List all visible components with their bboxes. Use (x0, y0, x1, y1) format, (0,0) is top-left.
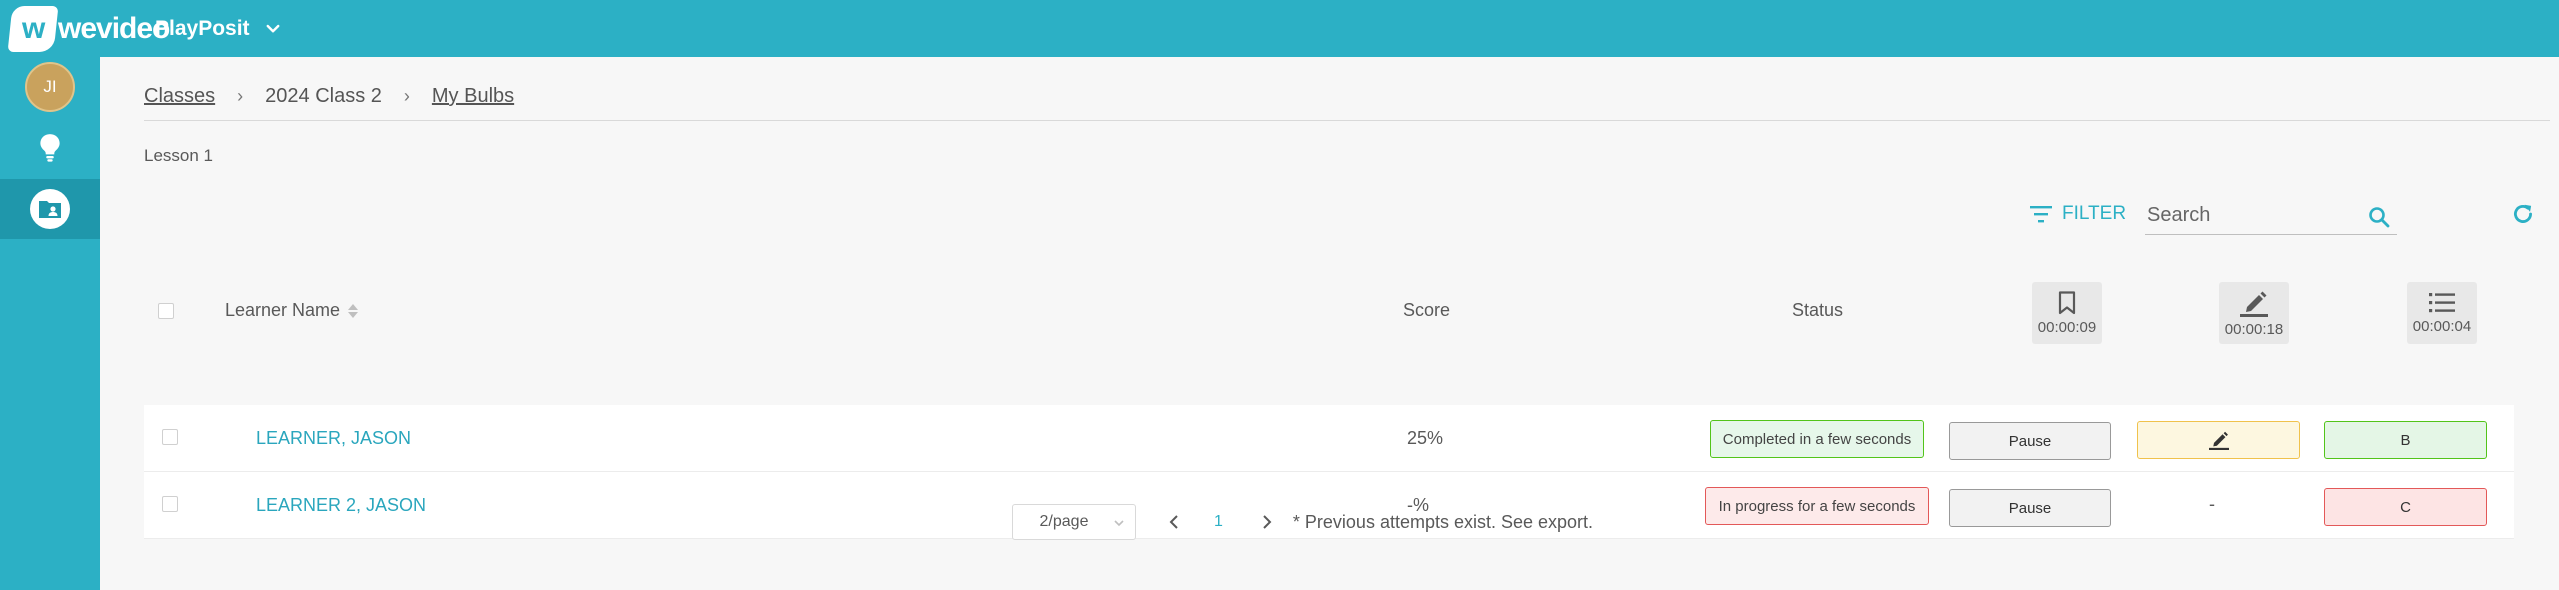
chevron-down-icon (266, 24, 279, 32)
question-column-1[interactable]: 00:00:09 (2032, 282, 2102, 344)
breadcrumb-classes[interactable]: Classes (144, 85, 215, 108)
app-name: PlayPosit (155, 16, 250, 40)
wevideo-logo[interactable]: w wevideo (7, 6, 170, 52)
free-response-cell[interactable] (2137, 421, 2300, 459)
learner-name-link[interactable]: LEARNER, JASON (256, 428, 411, 449)
multiple-choice-answer[interactable]: C (2324, 488, 2487, 526)
row-checkbox[interactable] (162, 429, 178, 445)
attempts-note: * Previous attempts exist. See export. (1292, 511, 1594, 532)
filter-icon (2030, 206, 2052, 223)
refresh-icon[interactable] (2510, 201, 2536, 227)
score-value: 25% (1407, 428, 1444, 448)
app-switcher[interactable]: PlayPosit (155, 0, 282, 57)
search-icon[interactable] (2367, 205, 2391, 229)
question-time: 00:00:09 (2037, 318, 2097, 336)
status-badge: In progress for a few seconds (1705, 487, 1929, 525)
chevron-right-icon (1263, 515, 1272, 529)
question-column-2[interactable]: 00:00:18 (2219, 282, 2289, 344)
folder-user-icon (30, 189, 70, 229)
column-score: Score (1403, 300, 1451, 320)
learner-name-link[interactable]: LEARNER 2, JASON (256, 495, 426, 516)
lightbulb-icon (40, 134, 60, 162)
sidebar-item-bulbs[interactable] (0, 57, 100, 117)
sidebar-item-bulbs[interactable] (0, 118, 100, 178)
multiple-choice-answer[interactable]: B (2324, 421, 2487, 459)
logo-mark-glyph: w (22, 12, 44, 45)
main-content: Classes › 2024 Class 2 › My Bulbs Lesson… (100, 57, 2559, 590)
question-time: 00:00:18 (2224, 320, 2284, 338)
search-box (2145, 197, 2397, 235)
pencil-icon (2240, 291, 2268, 317)
logo-mark: w (7, 6, 59, 52)
lesson-title: Lesson 1 (144, 146, 213, 165)
breadcrumb-separator: › (403, 86, 410, 106)
pause-answer-button[interactable]: Pause (1949, 489, 2111, 527)
question-time: 00:00:04 (2412, 317, 2472, 335)
chevron-down-icon (1114, 520, 1124, 527)
pause-answer-button[interactable]: Pause (1949, 422, 2111, 460)
filter-button[interactable]: FILTER (2030, 203, 2126, 225)
column-learner-name[interactable]: Learner Name (225, 300, 359, 321)
search-input[interactable] (2145, 204, 2355, 227)
page-number[interactable]: 1 (1214, 513, 1223, 531)
previous-page-button[interactable] (1168, 514, 1180, 530)
table-header: Learner Name Score Status 00:00:09 00:00… (144, 267, 2514, 359)
row-checkbox[interactable] (162, 496, 178, 512)
next-page-button[interactable] (1261, 514, 1273, 530)
breadcrumb-class: 2024 Class 2 (265, 85, 382, 107)
question-column-3[interactable]: 00:00:04 (2407, 282, 2477, 344)
top-bar: w wevideo PlayPosit (0, 0, 2559, 57)
chevron-left-icon (1169, 515, 1178, 529)
logo-text: wevideo (58, 12, 170, 45)
sidebar-item-classes[interactable] (0, 179, 100, 239)
filter-label: FILTER (2062, 203, 2127, 224)
select-all-checkbox[interactable] (158, 303, 174, 319)
table-row: LEARNER, JASON 25% Completed in a few se… (144, 405, 2514, 472)
breadcrumb-separator: › (237, 86, 244, 106)
pencil-icon (2208, 431, 2229, 450)
column-learner-name-label: Learner Name (225, 300, 341, 320)
breadcrumb-my-bulbs[interactable]: My Bulbs (432, 85, 514, 108)
page-size-value: 2/page (1039, 513, 1089, 530)
sort-icon[interactable] (348, 303, 359, 318)
empty-answer: - (2209, 494, 2215, 514)
column-status: Status (1792, 300, 1844, 320)
list-icon (2429, 292, 2455, 312)
divider (144, 120, 2550, 121)
breadcrumb: Classes › 2024 Class 2 › My Bulbs (144, 85, 514, 108)
page-size-select[interactable]: 2/page (1012, 504, 1136, 540)
status-badge: Completed in a few seconds (1710, 420, 1924, 458)
pagination: 2/page 1 * Previous attempts exist. See … (1012, 504, 1593, 540)
bookmark-icon (2058, 290, 2076, 314)
